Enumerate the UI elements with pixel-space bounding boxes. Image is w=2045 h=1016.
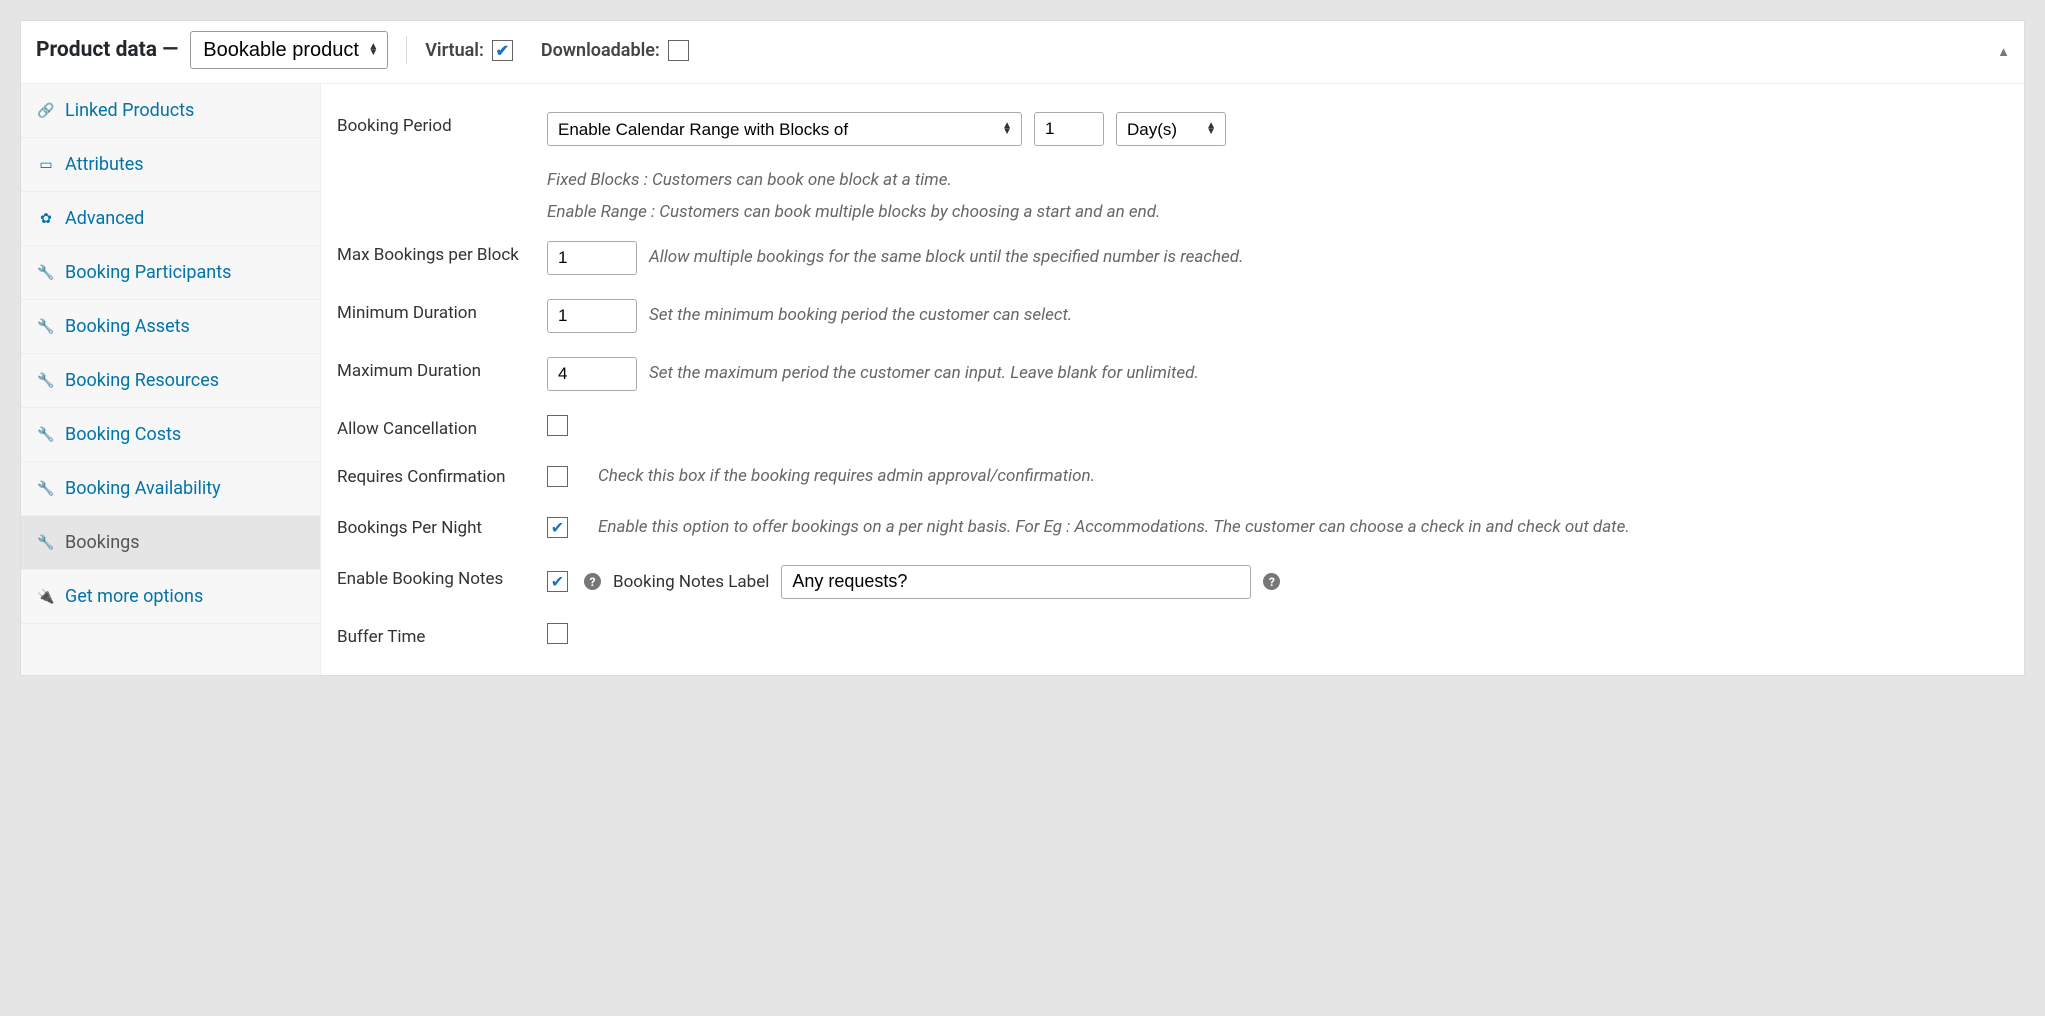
panel-header: Product data — Bookable product ▲▼ Virtu… [21,21,2024,84]
sidebar-item-booking-participants[interactable]: 🔧 Booking Participants [21,246,320,300]
virtual-checkbox[interactable] [492,40,513,61]
row-enable-notes: Enable Booking Notes ? Booking Notes Lab… [337,553,2008,611]
per-night-checkbox[interactable] [547,517,568,538]
sidebar-item-bookings[interactable]: 🔧 Bookings [21,516,320,570]
sidebar-item-booking-costs[interactable]: 🔧 Booking Costs [21,408,320,462]
panel-body: 🔗 Linked Products ▭ Attributes ✿ Advance… [21,84,2024,675]
main-form: Booking Period Enable Calendar Range wit… [321,84,2024,675]
allow-cancel-checkbox[interactable] [547,415,568,436]
wrench-icon: 🔧 [37,427,55,443]
link-icon: 🔗 [37,103,55,119]
wrench-icon: 🔧 [37,535,55,551]
help-icon[interactable]: ? [584,573,601,590]
sidebar-item-label: Attributes [65,154,144,175]
row-booking-period: Booking Period Enable Calendar Range wit… [337,100,2008,158]
row-max-bookings: Max Bookings per Block Allow multiple bo… [337,229,2008,287]
allow-cancel-label: Allow Cancellation [337,415,547,439]
plug-icon: 🔌 [37,589,55,605]
sidebar-item-get-more-options[interactable]: 🔌 Get more options [21,570,320,624]
row-buffer-time: Buffer Time [337,611,2008,659]
sidebar-item-label: Booking Availability [65,478,221,499]
min-duration-input[interactable] [547,299,637,333]
sidebar-item-linked-products[interactable]: 🔗 Linked Products [21,84,320,138]
sidebar: 🔗 Linked Products ▭ Attributes ✿ Advance… [21,84,321,675]
requires-conf-label: Requires Confirmation [337,463,547,487]
row-max-duration: Maximum Duration Set the maximum period … [337,345,2008,403]
max-bookings-help: Allow multiple bookings for the same blo… [649,244,1243,271]
requires-conf-checkbox[interactable] [547,466,568,487]
help-icon[interactable]: ? [1263,573,1280,590]
row-min-duration: Minimum Duration Set the minimum booking… [337,287,2008,345]
max-bookings-input[interactable] [547,241,637,275]
row-requires-confirmation: Requires Confirmation Check this box if … [337,451,2008,502]
min-duration-help: Set the minimum booking period the custo… [649,302,1072,329]
sidebar-item-attributes[interactable]: ▭ Attributes [21,138,320,192]
product-type-select[interactable]: Bookable product [190,31,388,69]
wrench-icon: 🔧 [37,481,55,497]
booking-period-unit-select[interactable]: Day(s) [1116,112,1226,146]
vertical-divider [406,36,407,64]
downloadable-toggle-label: Downloadable: [541,40,689,61]
collapse-toggle-icon[interactable]: ▲ [1997,44,2010,60]
row-per-night: Bookings Per Night Enable this option to… [337,502,2008,553]
sidebar-item-booking-assets[interactable]: 🔧 Booking Assets [21,300,320,354]
booking-period-qty-input[interactable] [1034,112,1104,146]
downloadable-checkbox[interactable] [668,40,689,61]
wrench-icon: 🔧 [37,373,55,389]
booking-period-mode-select[interactable]: Enable Calendar Range with Blocks of [547,112,1022,146]
wrench-icon: 🔧 [37,319,55,335]
sidebar-item-label: Advanced [65,208,144,229]
sidebar-item-label: Get more options [65,586,203,607]
sidebar-item-label: Linked Products [65,100,194,121]
max-duration-help: Set the maximum period the customer can … [649,360,1199,387]
panel-title: Product data — [36,38,178,62]
booking-period-help: Fixed Blocks : Customers can book one bl… [337,164,2008,229]
sidebar-item-advanced[interactable]: ✿ Advanced [21,192,320,246]
booking-period-label: Booking Period [337,112,547,136]
sidebar-item-label: Booking Participants [65,262,231,283]
notes-field-label: Booking Notes Label [613,572,769,592]
min-duration-label: Minimum Duration [337,299,547,323]
sidebar-item-label: Booking Assets [65,316,190,337]
enable-notes-label: Enable Booking Notes [337,565,547,589]
row-allow-cancellation: Allow Cancellation [337,403,2008,451]
sidebar-item-label: Booking Costs [65,424,181,445]
sidebar-item-booking-resources[interactable]: 🔧 Booking Resources [21,354,320,408]
requires-conf-help: Check this box if the booking requires a… [598,463,1095,490]
max-bookings-label: Max Bookings per Block [337,241,547,265]
sidebar-item-label: Booking Resources [65,370,219,391]
wrench-icon: 🔧 [37,265,55,281]
buffer-time-checkbox[interactable] [547,623,568,644]
max-duration-label: Maximum Duration [337,357,547,381]
buffer-time-label: Buffer Time [337,623,547,647]
product-data-panel: Product data — Bookable product ▲▼ Virtu… [20,20,2025,676]
enable-notes-checkbox[interactable] [547,571,568,592]
notes-label-input[interactable] [781,565,1251,599]
sidebar-item-label: Bookings [65,532,140,553]
max-duration-input[interactable] [547,357,637,391]
virtual-toggle-label: Virtual: [425,40,513,61]
card-icon: ▭ [37,157,55,173]
per-night-label: Bookings Per Night [337,514,547,538]
per-night-help: Enable this option to offer bookings on … [598,514,2008,541]
gear-icon: ✿ [37,211,55,227]
sidebar-item-booking-availability[interactable]: 🔧 Booking Availability [21,462,320,516]
